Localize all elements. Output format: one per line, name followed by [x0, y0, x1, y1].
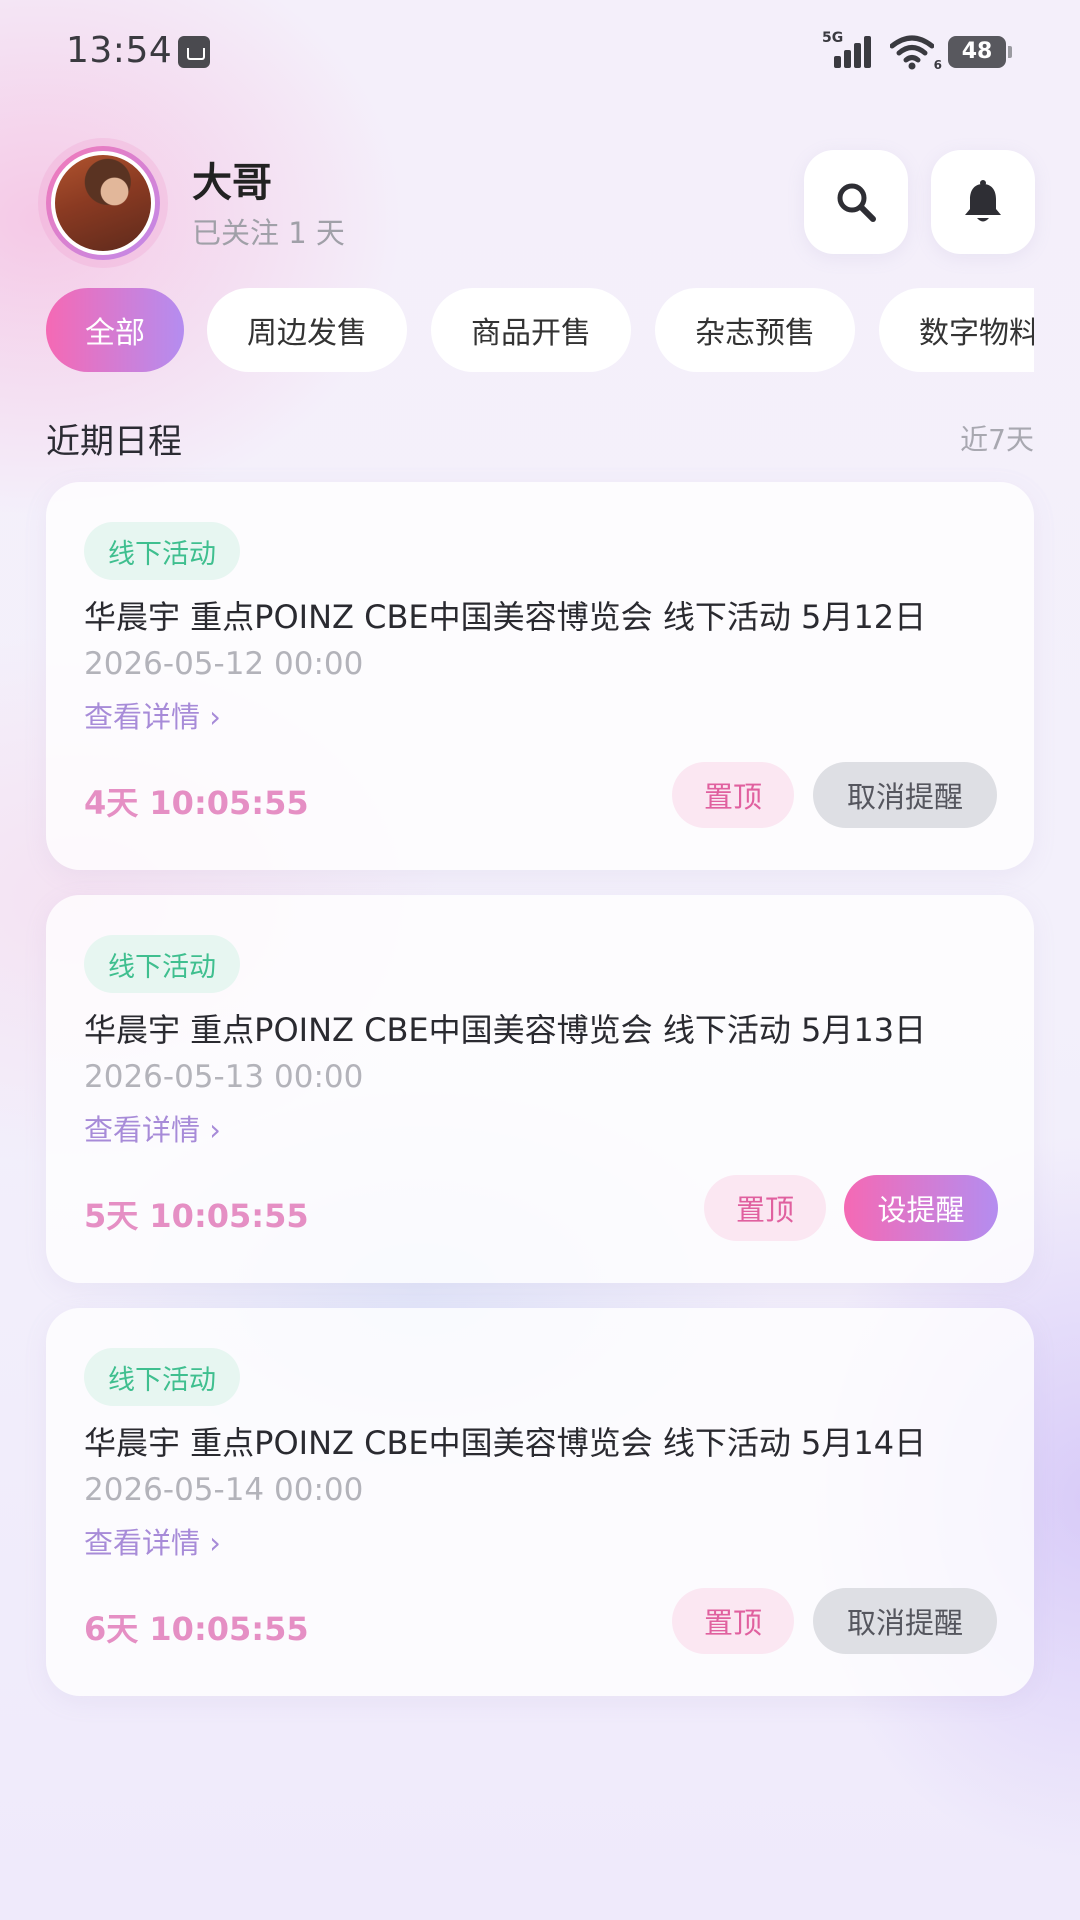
event-card[interactable]: 线下活动 华晨宇 重点POINZ CBE中国美容博览会 线下活动 5月14日 2… [46, 1308, 1034, 1696]
event-countdown: 4天 10:05:55 [84, 784, 309, 822]
notification-button[interactable] [931, 150, 1035, 254]
filter-chip-merch[interactable]: 周边发售 [207, 288, 407, 372]
user-name: 大哥 [192, 160, 272, 206]
network-type-label: 5G [822, 30, 844, 46]
pin-button[interactable]: 置顶 [704, 1175, 826, 1241]
follow-duration: 已关注 1 天 [192, 216, 345, 250]
wifi-badge: 6 [933, 58, 942, 72]
avatar-image [51, 151, 155, 255]
view-details-link[interactable]: 查看详情 › [84, 1107, 221, 1149]
battery-indicator: 48 [948, 36, 1012, 68]
section-title: 近期日程 [46, 422, 182, 462]
search-icon [837, 183, 876, 222]
event-title: 华晨宇 重点POINZ CBE中国美容博览会 线下活动 5月14日 [84, 1424, 927, 1462]
pin-button[interactable]: 置顶 [672, 1588, 794, 1654]
event-card[interactable]: 线下活动 华晨宇 重点POINZ CBE中国美容博览会 线下活动 5月13日 2… [46, 895, 1034, 1283]
cancel-reminder-button[interactable]: 取消提醒 [813, 1588, 997, 1654]
cellular-signal-icon: 5G [822, 30, 876, 72]
status-time: 13:54 [66, 30, 173, 71]
view-details-link[interactable]: 查看详情 › [84, 694, 221, 736]
cancel-reminder-button[interactable]: 取消提醒 [813, 762, 997, 828]
event-tag: 线下活动 [84, 522, 240, 580]
event-countdown: 6天 10:05:55 [84, 1610, 309, 1648]
status-icons: 5G 6 48 [822, 30, 1012, 74]
pin-button[interactable]: 置顶 [672, 762, 794, 828]
search-button[interactable] [804, 150, 908, 254]
event-datetime: 2026-05-14 00:00 [84, 1472, 364, 1508]
event-datetime: 2026-05-13 00:00 [84, 1059, 364, 1095]
filter-chip-all[interactable]: 全部 [46, 288, 184, 372]
event-title: 华晨宇 重点POINZ CBE中国美容博览会 线下活动 5月12日 [84, 598, 927, 636]
category-filter-bar: 全部 周边发售 商品开售 杂志预售 数字物料 [46, 288, 1034, 374]
wifi-icon: 6 [889, 32, 942, 72]
set-reminder-button[interactable]: 设提醒 [844, 1175, 998, 1241]
avatar[interactable] [46, 146, 160, 260]
event-tag: 线下活动 [84, 1348, 240, 1406]
event-datetime: 2026-05-12 00:00 [84, 646, 364, 682]
bell-icon [965, 180, 1001, 222]
filter-chip-digital[interactable]: 数字物料 [879, 288, 1034, 372]
event-title: 华晨宇 重点POINZ CBE中国美容博览会 线下活动 5月13日 [84, 1011, 927, 1049]
view-details-link[interactable]: 查看详情 › [84, 1520, 221, 1562]
event-tag: 线下活动 [84, 935, 240, 993]
event-countdown: 5天 10:05:55 [84, 1197, 309, 1235]
event-card[interactable]: 线下活动 华晨宇 重点POINZ CBE中国美容博览会 线下活动 5月12日 2… [46, 482, 1034, 870]
app-notification-icon [178, 36, 210, 68]
status-bar: 13:54 5G 6 48 [0, 0, 1080, 108]
filter-chip-magazine[interactable]: 杂志预售 [655, 288, 855, 372]
filter-chip-goods[interactable]: 商品开售 [431, 288, 631, 372]
section-range[interactable]: 近7天 [960, 418, 1034, 458]
